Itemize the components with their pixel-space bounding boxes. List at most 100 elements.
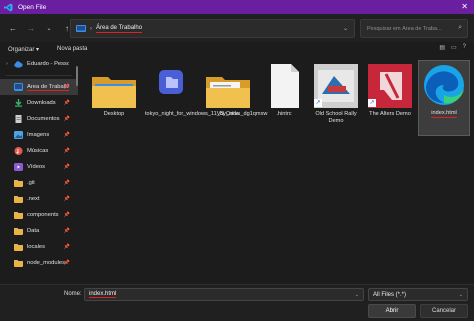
sidebar-item-pictures[interactable]: Imagens 📌 [0, 127, 78, 143]
sidebar-item-locales[interactable]: locales 📌 [0, 239, 78, 255]
address-dropdown-chevron-icon[interactable]: ⌄ [343, 25, 348, 32]
preview-pane-icon[interactable]: ▭ [451, 44, 457, 51]
sidebar-item-label: node_modules [27, 260, 66, 266]
navigation-bar: ← → ⌄ ↑ › Área de Trabalho ⌄ Pesquisar e… [0, 14, 474, 42]
forward-arrow-icon[interactable]: → [24, 21, 38, 35]
help-icon[interactable]: ? [463, 44, 466, 51]
file-list: Desktop tokyo_night_for_windows_11_by_ni… [80, 56, 474, 284]
file-item[interactable]: ↗ The Alters Demo [364, 62, 416, 138]
filename-input[interactable]: index.html ⌄ [84, 288, 364, 301]
cloud-icon [14, 61, 23, 68]
view-mode-icon[interactable]: ▤ [439, 44, 445, 51]
folder-icon [14, 196, 23, 203]
sidebar-item-git[interactable]: .git 📌 [0, 175, 78, 191]
folder-icon [14, 244, 23, 251]
sidebar-item-next[interactable]: .next 📌 [0, 191, 78, 207]
dialog-footer: Nome: index.html ⌄ All Files (*.*) ⌄ Abr… [0, 284, 474, 321]
file-name: Desktop [103, 111, 125, 117]
file-type-value: All Files (*.*) [373, 291, 407, 298]
sidebar-item-label: components [27, 212, 59, 218]
filename-value: index.html [89, 291, 117, 298]
download-icon [15, 99, 22, 107]
document-icon [15, 115, 22, 123]
file-type-chevron-icon: ⌄ [458, 291, 463, 298]
shortcut-arrow-icon: ↗ [314, 99, 322, 107]
sidebar-item-desktop[interactable]: Área de Trabalho 📌 [0, 79, 78, 95]
sidebar-item-music[interactable]: Músicas 📌 [0, 143, 78, 159]
sidebar-item-videos[interactable]: Vídeos 📌 [0, 159, 78, 175]
folder-icon [14, 228, 23, 235]
new-folder-button[interactable]: Nova pasta [57, 46, 87, 52]
sidebar-item-label: .git [27, 180, 35, 186]
view-options: ▤ ▭ ? [439, 44, 466, 51]
sidebar-item-label: Área de Trabalho [27, 83, 69, 91]
search-icon: ⌕ [458, 24, 462, 31]
pin-icon: 📌 [63, 212, 70, 218]
sidebar-item-label: .next [27, 196, 40, 202]
address-bar[interactable]: › Área de Trabalho ⌄ [70, 19, 355, 38]
search-placeholder: Pesquisar em Área de Traba... [367, 25, 442, 32]
sidebar-item-components[interactable]: components 📌 [0, 207, 78, 223]
sidebar-item-downloads[interactable]: Downloads 📌 [0, 95, 78, 111]
file-name: Old School Rally Demo [315, 111, 357, 124]
desktop-icon [14, 83, 23, 91]
search-input[interactable]: Pesquisar em Área de Traba... ⌕ [360, 19, 468, 38]
recent-locations-chevron-icon[interactable]: ⌄ [42, 21, 56, 35]
folder-open-icon [206, 77, 250, 108]
sidebar-item-documents[interactable]: Documentos 📌 [0, 111, 78, 127]
sidebar-item-label: Data [27, 228, 40, 234]
file-name: The Alters Demo [369, 111, 411, 117]
pin-icon: 📌 [63, 164, 70, 170]
back-arrow-icon[interactable]: ← [6, 21, 20, 35]
image-icon [14, 131, 23, 139]
file-item[interactable]: .hintrc [258, 62, 310, 138]
close-button[interactable]: ✕ [461, 2, 468, 11]
sidebar-item-data[interactable]: Data 📌 [0, 223, 78, 239]
shortcut-arrow-icon: ↗ [368, 99, 376, 107]
sidebar-item-onedrive[interactable]: › Eduardo - Pessoal [0, 56, 78, 72]
file-name: index.html [431, 110, 457, 118]
video-icon [14, 163, 23, 171]
file-item[interactable]: VS Code [202, 62, 254, 138]
open-button[interactable]: Abrir [368, 304, 416, 318]
sidebar-item-label: Vídeos [27, 164, 46, 170]
file-name: .hintrc [276, 111, 292, 117]
music-icon [14, 147, 23, 155]
pin-icon: 📌 [63, 116, 70, 122]
folder-icon [92, 77, 136, 108]
filename-label: Nome: [64, 291, 82, 297]
command-bar: Organizar ▾ Nova pasta ▤ ▭ ? [0, 42, 474, 56]
title-bar: Open File ✕ [0, 0, 474, 14]
file-type-select[interactable]: All Files (*.*) ⌄ [368, 288, 468, 301]
sidebar-divider [6, 75, 72, 76]
file-item[interactable]: ↗ Old School Rally Demo [310, 62, 362, 138]
cancel-button[interactable]: Cancelar [420, 304, 468, 318]
file-name: VS Code [216, 111, 240, 117]
sidebar-item-node-modules[interactable]: node_modules 📌 [0, 255, 78, 271]
pin-icon: 📌 [63, 228, 70, 234]
pin-icon: 📌 [63, 148, 70, 154]
file-item[interactable]: tokyo_night_for_windows_11_by_niivu_dg1q… [145, 62, 268, 138]
sidebar-item-label: Músicas [27, 148, 49, 154]
desktop-folder-icon [76, 25, 86, 32]
folder-app-icon [159, 70, 183, 94]
pin-icon: 📌 [63, 84, 70, 90]
breadcrumb-separator-icon: › [90, 25, 92, 32]
folder-icon [14, 260, 23, 267]
pin-icon: 📌 [63, 132, 70, 138]
sidebar-item-label: locales [27, 244, 46, 250]
file-item[interactable]: Desktop [88, 62, 140, 138]
breadcrumb-desktop[interactable]: Área de Trabalho [96, 25, 143, 33]
pin-icon: 📌 [63, 244, 70, 250]
sidebar-scrollbar[interactable] [76, 66, 78, 86]
edge-browser-icon [424, 65, 464, 105]
folder-icon [14, 212, 23, 219]
organize-menu-button[interactable]: Organizar ▾ [8, 46, 39, 53]
expand-chevron-icon[interactable]: › [6, 61, 14, 67]
file-item-selected[interactable]: index.html [418, 60, 470, 136]
navigation-pane: › Eduardo - Pessoal Área de Trabalho 📌 D… [0, 56, 78, 284]
folder-icon [14, 180, 23, 187]
file-name: tokyo_night_for_windows_11_by_niivu_dg1q… [145, 111, 268, 117]
filename-dropdown-chevron-icon[interactable]: ⌄ [355, 292, 359, 298]
sidebar-item-label: Imagens [27, 132, 50, 138]
